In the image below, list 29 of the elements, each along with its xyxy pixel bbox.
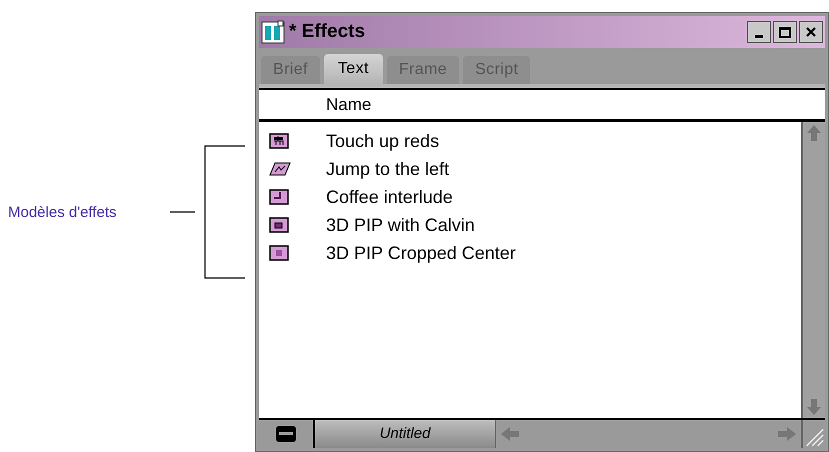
effect-name[interactable]: Touch up reds [326,128,440,154]
effect-icon [269,133,289,149]
maximize-button[interactable] [773,21,797,43]
minimize-button[interactable] [747,21,771,43]
vertical-scrollbar[interactable] [801,122,825,418]
effect-name[interactable]: 3D PIP with Calvin [326,212,475,238]
effect-name[interactable]: 3D PIP Cropped Center [326,240,516,266]
up-arrow-icon[interactable] [806,124,822,142]
right-arrow-icon[interactable] [777,426,797,442]
app-icon [261,20,285,44]
column-header[interactable]: Name [326,92,372,118]
bin-name: Untitled [315,420,495,448]
close-button[interactable] [799,21,823,43]
tab[interactable]: Text [324,54,383,84]
callout-label: Modèles d'effets [8,203,116,223]
window-title: * Effects [289,20,366,44]
bin-view-icon[interactable] [275,425,297,443]
effect-icon [269,162,291,176]
left-arrow-icon[interactable] [500,426,520,442]
close-icon [806,27,816,37]
effect-icon [269,217,289,233]
minimize-icon [755,35,763,38]
down-arrow-icon[interactable] [806,398,822,416]
effect-name[interactable]: Jump to the left [326,156,450,182]
resize-grip-icon[interactable] [801,420,825,448]
effect-icon [269,189,289,205]
effect-icon [269,245,289,261]
effect-name[interactable]: Coffee interlude [326,184,453,210]
maximize-icon [779,26,791,38]
